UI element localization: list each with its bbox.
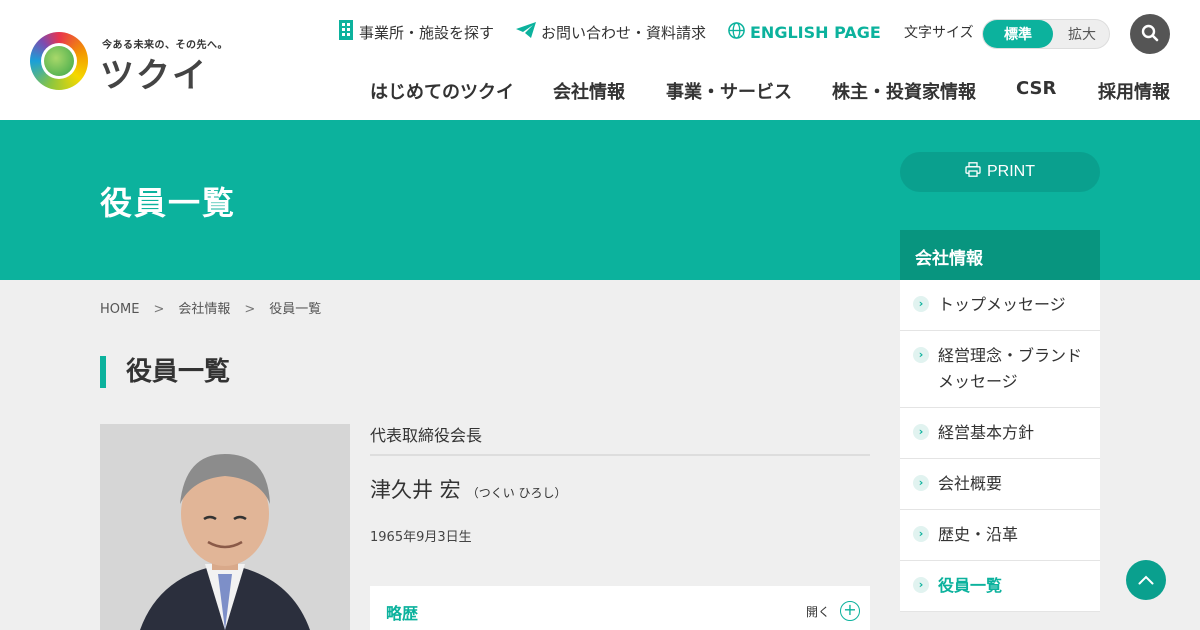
gnav-item-investors[interactable]: 株主・投資家情報 [832,78,976,106]
side-nav-item-label: 経営理念・ブランドメッセージ [938,346,1083,391]
contact-link[interactable]: お問い合わせ・資料請求 [516,14,706,50]
chevron-right-icon: › [913,424,929,440]
site-logo[interactable]: 今ある未来の、その先へ。 ツクイ [30,30,228,96]
breadcrumb-company[interactable]: 会社情報 [178,302,230,317]
breadcrumb-separator: > [153,302,165,317]
career-open-label: 開く [805,605,830,619]
english-page-label: ENGLISH PAGE [750,22,881,42]
gnav-item-csr[interactable]: CSR [1016,78,1056,106]
print-label: PRINT [987,163,1035,180]
facility-search-label: 事業所・施設を探す [359,23,495,42]
facility-search-link[interactable]: 事業所・施設を探す [338,14,494,50]
breadcrumb-home[interactable]: HOME [100,302,139,317]
search-button[interactable] [1130,14,1170,54]
career-accordion[interactable]: 略歴 開く + [370,586,870,630]
chevron-right-icon: › [913,347,929,363]
chevron-right-icon: › [913,526,929,542]
executive-role: 代表取締役会長 [370,422,870,456]
breadcrumb-separator: > [244,302,256,317]
contact-label: お問い合わせ・資料請求 [541,23,707,42]
executive-name-block: 津久井 宏 （つくい ひろし） [370,474,567,504]
gnav-item-recruit[interactable]: 採用情報 [1098,78,1170,106]
side-nav-item-history[interactable]: › 歴史・沿革 [900,510,1100,561]
side-nav-item-label: 会社概要 [938,474,1003,493]
gnav-item-services[interactable]: 事業・サービス [666,78,792,106]
side-nav-item-philosophy[interactable]: › 経営理念・ブランドメッセージ [900,331,1100,408]
executive-name-kana: （つくい ひろし） [466,486,567,500]
print-button[interactable]: PRINT [900,152,1100,192]
printer-icon [965,162,981,182]
font-size-toggle: 標準 拡大 [982,19,1110,49]
font-size-label: 文字サイズ [904,25,974,41]
executive-photo [100,424,350,630]
building-icon [338,20,354,44]
gnav-item-company[interactable]: 会社情報 [553,78,625,106]
font-size-standard-button[interactable]: 標準 [983,20,1053,48]
site-header: 今ある未来の、その先へ。 ツクイ 事業所・施設を探す お問い合わせ・資料請求 E… [0,0,1200,120]
chevron-right-icon: › [913,475,929,491]
plus-circle-icon: + [840,601,860,621]
english-page-link[interactable]: ENGLISH PAGE [728,14,881,50]
search-icon [1141,24,1159,45]
chevron-right-icon: › [913,577,929,593]
chevron-right-icon: › [913,296,929,312]
side-nav-heading: 会社情報 [900,230,1100,280]
section-title: 役員一覧 [100,356,230,388]
executive-name: 津久井 宏 [370,478,461,502]
gnav-item-beginner[interactable]: はじめてのツクイ [370,78,514,106]
logo-name: ツクイ [100,56,208,96]
side-nav-item-label: 経営基本方針 [938,423,1035,442]
breadcrumb-current: 役員一覧 [269,302,322,317]
page-title: 役員一覧 [100,184,237,222]
globe-icon [728,21,745,43]
side-nav-item-overview[interactable]: › 会社概要 [900,459,1100,510]
page-top-button[interactable] [1126,560,1166,600]
side-nav-item-label: 役員一覧 [938,576,1003,595]
side-nav-item-policy[interactable]: › 経営基本方針 [900,408,1100,459]
breadcrumb: HOME > 会社情報 > 役員一覧 [100,298,321,317]
side-nav: 会社情報 › トップメッセージ › 経営理念・ブランドメッセージ › 経営基本方針 ›… [900,230,1100,612]
side-nav-item-label: 歴史・沿革 [938,525,1019,544]
paper-plane-icon [516,22,536,42]
side-nav-item-label: トップメッセージ [938,295,1066,314]
side-nav-item-top-message[interactable]: › トップメッセージ [900,280,1100,331]
career-label: 略歴 [386,604,419,623]
chevron-up-icon [1138,573,1154,588]
side-nav-item-executives[interactable]: › 役員一覧 [900,561,1100,612]
font-size-large-button[interactable]: 拡大 [1055,20,1109,48]
executive-birthdate: 1965年9月3日生 [370,530,472,545]
